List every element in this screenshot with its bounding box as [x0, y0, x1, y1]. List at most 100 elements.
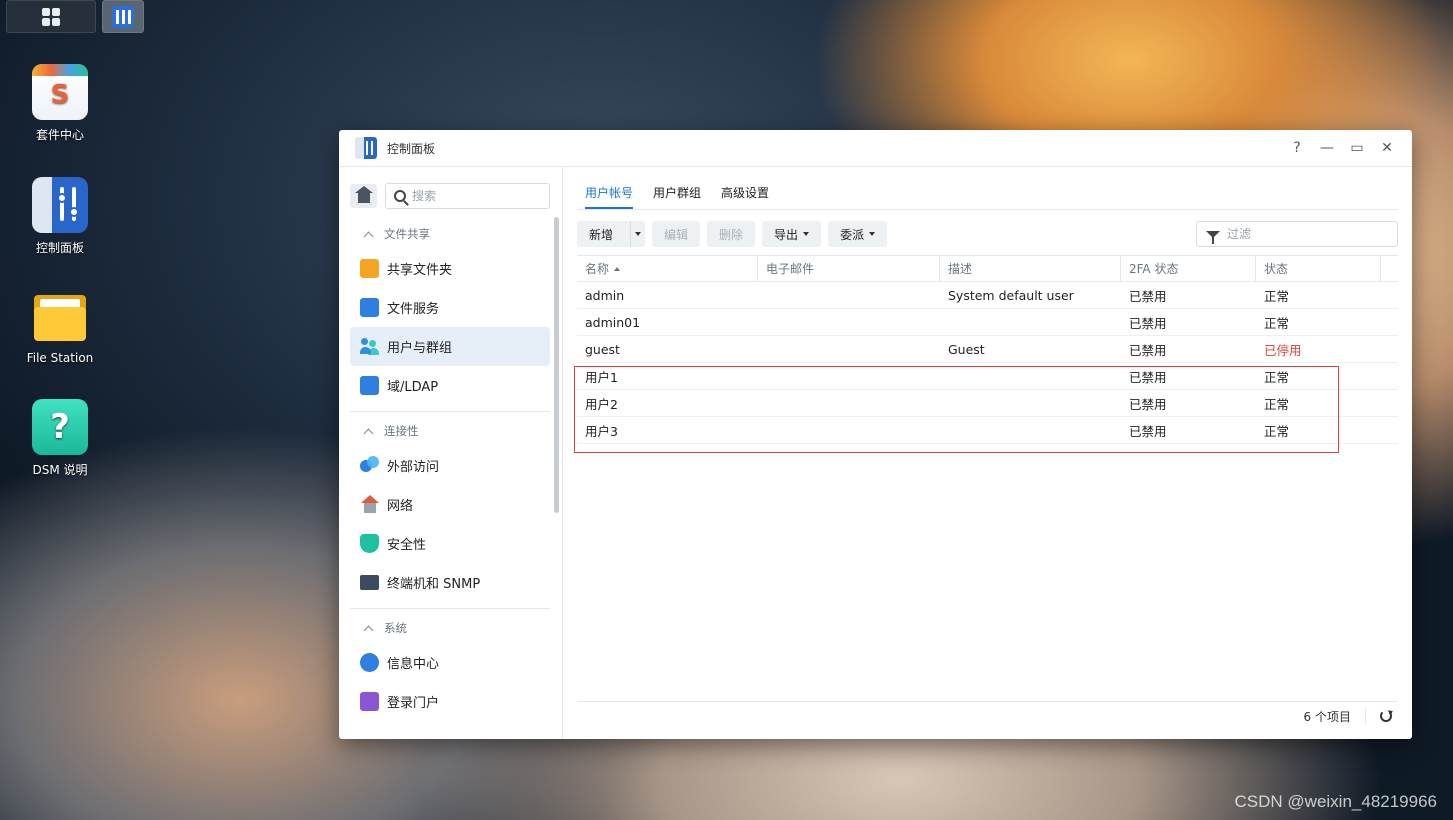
export-button-label: 导出 [774, 227, 799, 242]
cell-name: guest [585, 341, 620, 357]
main-panel: 用户帐号 用户群组 高级设置 新增 编辑 删除 导出 委派 过滤 名称 电子邮件… [563, 167, 1412, 739]
chevron-up-icon [363, 231, 374, 241]
cell-email [758, 309, 940, 335]
column-header-2fa[interactable]: 2FA 状态 [1121, 256, 1256, 281]
column-header-description[interactable]: 描述 [940, 256, 1121, 281]
chevron-up-icon [363, 625, 374, 635]
edit-button[interactable]: 编辑 [652, 221, 701, 247]
desktop-icon-dsm-help[interactable]: ? DSM 说明 [18, 399, 102, 478]
sidebar-item-info-center[interactable]: 信息中心 [350, 643, 550, 682]
taskbar-control-panel-button[interactable] [102, 0, 144, 33]
sidebar-item-security[interactable]: 安全性 [350, 524, 550, 563]
filter-input[interactable] [1227, 227, 1377, 241]
sidebar-item-file-services[interactable]: 文件服务 [350, 288, 550, 327]
sidebar-item-partial[interactable] [350, 721, 550, 739]
desktop-icon-control-panel[interactable]: 控制面板 [18, 177, 102, 256]
close-button[interactable]: ✕ [1380, 141, 1394, 155]
cell-description [940, 417, 1121, 443]
window-titlebar[interactable]: 控制面板 ? — ▭ ✕ [339, 130, 1412, 167]
cell-2fa: 已禁用 [1129, 342, 1167, 358]
sidebar-item-label: 共享文件夹 [387, 263, 453, 278]
sidebar-scrollbar[interactable] [554, 217, 559, 513]
table-row[interactable]: 用户1 已禁用 正常 [577, 363, 1398, 390]
shared-folder-icon [360, 259, 379, 278]
caret-down-icon [635, 232, 642, 236]
export-button[interactable]: 导出 [762, 221, 822, 247]
divider [350, 608, 550, 609]
sidebar-item-label: 文件服务 [387, 302, 440, 317]
sidebar-item-network[interactable]: 网络 [350, 485, 550, 524]
terminal-icon [360, 575, 379, 590]
sidebar-item-terminal-snmp[interactable]: 终端机和 SNMP [350, 563, 550, 602]
minimize-button[interactable]: — [1320, 141, 1334, 155]
file-services-icon [360, 298, 379, 317]
section-title: 系统 [384, 621, 407, 635]
column-header-email[interactable]: 电子邮件 [758, 256, 940, 281]
section-header-connectivity[interactable]: 连接性 [339, 416, 562, 446]
desktop-icon-label: 套件中心 [35, 128, 84, 142]
cell-name: admin01 [585, 314, 641, 330]
chevron-up-icon [363, 428, 374, 438]
delete-button[interactable]: 删除 [707, 221, 756, 247]
cell-description [940, 363, 1121, 389]
table-row[interactable]: admin System default user 已禁用 正常 [577, 282, 1398, 309]
desktop-icon-label: DSM 说明 [32, 463, 88, 477]
cell-status: 正常 [1264, 423, 1290, 439]
sidebar-item-label: 登录门户 [387, 696, 440, 711]
cell-name: admin [585, 287, 625, 303]
desktop-icon-label: File Station [26, 351, 94, 365]
caret-down-icon [869, 232, 876, 236]
filter-icon [1206, 230, 1220, 244]
column-header-status[interactable]: 状态 [1256, 256, 1381, 281]
sidebar-item-domain-ldap[interactable]: 域/LDAP [350, 366, 550, 405]
tab-advanced-settings[interactable]: 高级设置 [721, 184, 769, 209]
control-panel-icon [112, 5, 134, 28]
cell-status: 正常 [1264, 288, 1290, 304]
tab-user-accounts[interactable]: 用户帐号 [585, 184, 634, 209]
cell-description: Guest [948, 341, 985, 357]
create-button-label[interactable]: 新增 [577, 221, 625, 247]
filter-field[interactable] [1196, 221, 1398, 247]
create-dropdown-button[interactable] [630, 221, 645, 247]
delegate-button-label: 委派 [840, 227, 865, 242]
column-header-name[interactable]: 名称 [577, 256, 758, 281]
main-menu-button[interactable] [6, 0, 96, 33]
table-row[interactable]: 用户2 已禁用 正常 [577, 390, 1398, 417]
section-header-system[interactable]: 系统 [339, 613, 562, 643]
cell-name: 用户1 [585, 369, 618, 385]
cell-email [758, 390, 940, 416]
cell-name: 用户2 [585, 396, 618, 412]
section-title: 连接性 [384, 424, 419, 438]
sidebar-item-label: 外部访问 [387, 460, 440, 475]
create-button[interactable]: 新增 [577, 221, 646, 247]
desktop-icon-package-center[interactable]: S 套件中心 [18, 64, 102, 143]
shield-icon [360, 534, 379, 553]
section-header-file-sharing[interactable]: 文件共享 [339, 219, 562, 249]
folder-icon [32, 289, 88, 345]
control-panel-window: 控制面板 ? — ▭ ✕ 文件共享 共享文件夹 [339, 130, 1412, 739]
taskbar [0, 0, 144, 34]
caret-down-icon [803, 232, 810, 236]
table-row[interactable]: 用户3 已禁用 正常 [577, 417, 1398, 444]
sidebar-item-users-groups[interactable]: 用户与群组 [350, 327, 550, 366]
search-input[interactable] [412, 189, 532, 203]
desktop-icon-file-station[interactable]: File Station [18, 289, 102, 365]
user-table: 名称 电子邮件 描述 2FA 状态 状态 admin System defaul… [574, 255, 1398, 453]
search-icon [394, 190, 406, 202]
table-row[interactable]: admin01 已禁用 正常 [577, 309, 1398, 336]
sidebar: 文件共享 共享文件夹 文件服务 用户与群组 域/LDAP 连接性 外部访问 [339, 167, 563, 739]
refresh-icon[interactable] [1380, 710, 1392, 722]
tab-user-groups[interactable]: 用户群组 [653, 184, 701, 209]
cell-email [758, 363, 940, 389]
help-button[interactable]: ? [1290, 141, 1304, 155]
sidebar-item-login-portal[interactable]: 登录门户 [350, 682, 550, 721]
table-row[interactable]: guest Guest 已禁用 已停用 [577, 336, 1398, 363]
delegate-button[interactable]: 委派 [828, 221, 888, 247]
sidebar-item-external-access[interactable]: 外部访问 [350, 446, 550, 485]
search-field[interactable] [385, 183, 550, 209]
cell-2fa: 已禁用 [1129, 288, 1167, 304]
sidebar-item-shared-folder[interactable]: 共享文件夹 [350, 249, 550, 288]
home-button[interactable] [350, 184, 377, 208]
sidebar-item-label: 域/LDAP [387, 380, 439, 395]
maximize-button[interactable]: ▭ [1350, 141, 1364, 155]
